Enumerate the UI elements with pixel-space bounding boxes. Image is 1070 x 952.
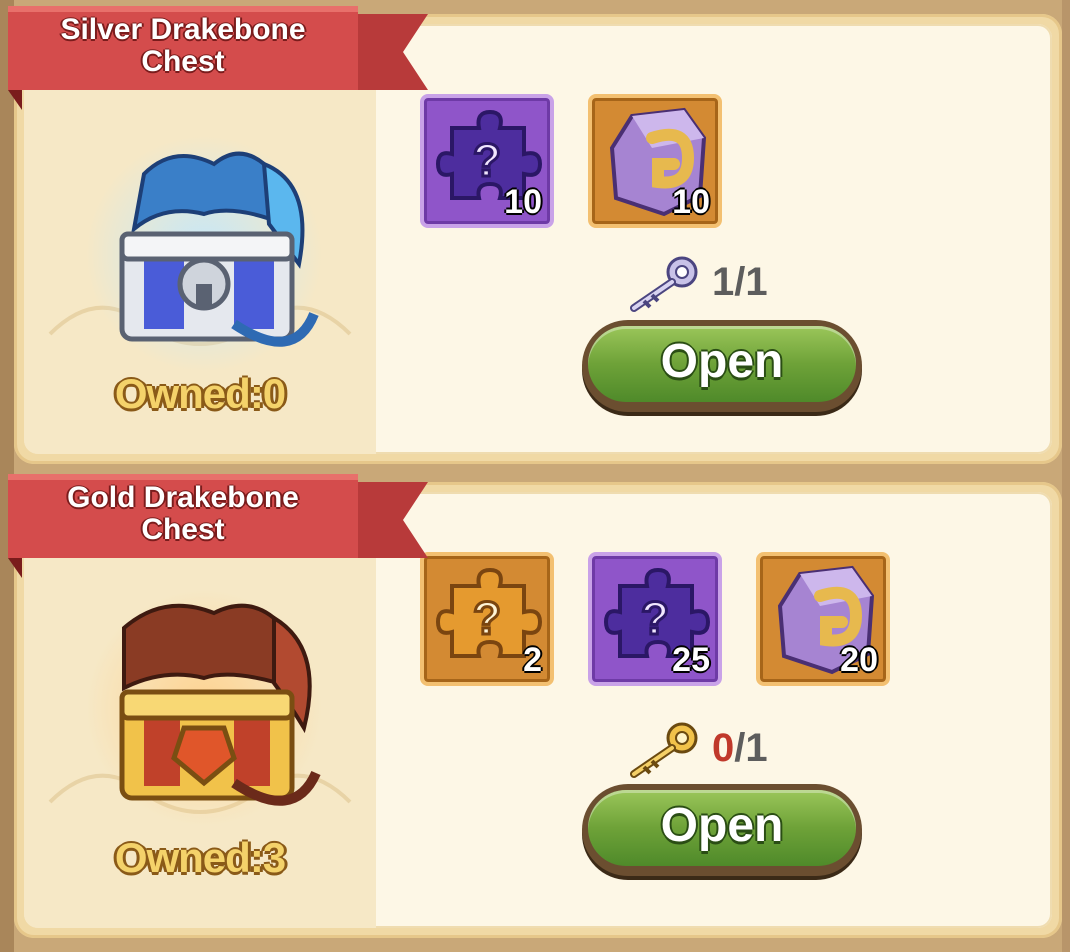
reward-slot[interactable]: 20 bbox=[756, 552, 890, 686]
open-button-label: Open bbox=[660, 799, 784, 852]
key-count: 1/1 bbox=[712, 260, 768, 305]
svg-text:?: ? bbox=[473, 592, 501, 644]
reward-slot[interactable]: ? 10 bbox=[420, 94, 554, 228]
key-required: /1 bbox=[734, 726, 768, 770]
reward-quantity: 20 bbox=[840, 641, 878, 679]
svg-text:?: ? bbox=[473, 134, 501, 186]
key-requirement: 1/1 bbox=[624, 254, 844, 314]
open-button[interactable]: Open bbox=[582, 320, 862, 412]
silver-drakebone-chest-icon bbox=[86, 136, 322, 372]
reward-quantity: 10 bbox=[672, 183, 710, 221]
reward-slot[interactable]: ? 2 bbox=[420, 552, 554, 686]
chest-title: Gold Drakebone Chest bbox=[8, 482, 358, 546]
gold-key-icon bbox=[630, 722, 698, 778]
key-count: 0/1 bbox=[712, 726, 768, 771]
owned-count: Owned:0 bbox=[114, 370, 286, 417]
key-owned-number: 1 bbox=[712, 260, 735, 304]
chest-title-line2: Chest bbox=[141, 513, 225, 546]
reward-quantity: 10 bbox=[504, 183, 542, 221]
silver-key-icon bbox=[630, 256, 698, 312]
key-required: /1 bbox=[734, 260, 768, 304]
reward-quantity: 25 bbox=[672, 641, 710, 679]
gold-drakebone-chest-icon bbox=[86, 590, 322, 826]
key-requirement: 0/1 bbox=[624, 720, 844, 780]
open-button-label: Open bbox=[660, 335, 784, 388]
reward-slot[interactable]: ? 25 bbox=[588, 552, 722, 686]
reward-quantity: 2 bbox=[523, 641, 542, 679]
svg-text:?: ? bbox=[641, 592, 669, 644]
owned-count: Owned:3 bbox=[114, 834, 286, 881]
chest-title-line1: Silver Drakebone bbox=[60, 13, 306, 46]
reward-slot[interactable]: 10 bbox=[588, 94, 722, 228]
open-button[interactable]: Open bbox=[582, 784, 862, 876]
chest-title-line1: Gold Drakebone bbox=[67, 481, 299, 514]
chest-title: Silver Drakebone Chest bbox=[8, 14, 358, 78]
chest-title-line2: Chest bbox=[141, 45, 225, 78]
key-owned-number: 0 bbox=[712, 726, 735, 770]
background-edge-right bbox=[1062, 0, 1070, 952]
